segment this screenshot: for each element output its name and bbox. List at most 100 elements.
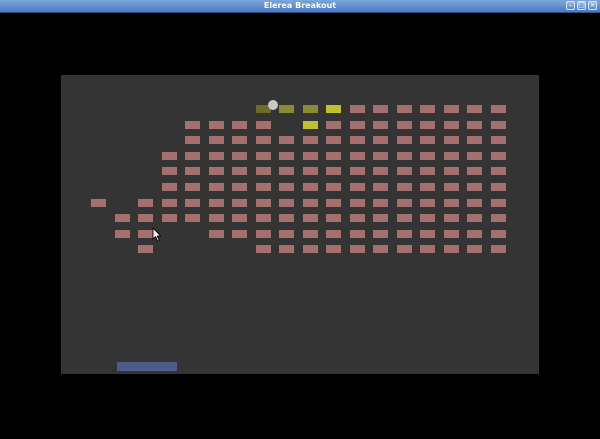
mouse-pointer-icon — [152, 227, 162, 242]
brick — [420, 121, 435, 129]
brick — [491, 245, 506, 253]
brick — [350, 105, 365, 113]
paddle[interactable] — [117, 362, 177, 371]
brick — [397, 245, 412, 253]
brick — [491, 230, 506, 238]
brick — [232, 214, 247, 222]
brick — [491, 214, 506, 222]
brick — [303, 136, 318, 144]
brick — [467, 121, 482, 129]
maximize-button[interactable]: □ — [577, 1, 586, 10]
brick — [350, 152, 365, 160]
brick — [397, 105, 412, 113]
brick — [467, 183, 482, 191]
brick — [373, 152, 388, 160]
brick — [350, 230, 365, 238]
window-titlebar[interactable]: Elerea Breakout – □ × — [0, 0, 600, 13]
brick — [373, 183, 388, 191]
brick — [162, 214, 177, 222]
brick — [373, 199, 388, 207]
brick — [209, 183, 224, 191]
brick — [467, 245, 482, 253]
brick — [232, 183, 247, 191]
brick — [491, 183, 506, 191]
brick — [350, 167, 365, 175]
brick — [444, 121, 459, 129]
brick — [444, 199, 459, 207]
brick — [326, 199, 341, 207]
window-controls: – □ × — [566, 1, 597, 11]
brick — [420, 136, 435, 144]
brick — [256, 152, 271, 160]
brick — [185, 136, 200, 144]
brick — [326, 167, 341, 175]
brick — [467, 199, 482, 207]
brick — [209, 121, 224, 129]
brick — [279, 230, 294, 238]
brick — [279, 152, 294, 160]
brick — [91, 199, 106, 207]
brick — [491, 136, 506, 144]
close-button[interactable]: × — [588, 1, 597, 10]
brick — [138, 199, 153, 207]
brick — [467, 136, 482, 144]
brick — [491, 152, 506, 160]
brick — [420, 152, 435, 160]
brick — [491, 105, 506, 113]
brick — [279, 245, 294, 253]
brick — [232, 167, 247, 175]
brick — [232, 136, 247, 144]
brick — [209, 152, 224, 160]
brick — [420, 214, 435, 222]
brick — [420, 167, 435, 175]
brick — [397, 183, 412, 191]
brick — [373, 245, 388, 253]
brick — [256, 167, 271, 175]
brick — [162, 167, 177, 175]
window-title: Elerea Breakout — [263, 1, 337, 10]
brick — [303, 105, 318, 113]
brick — [373, 121, 388, 129]
brick — [326, 183, 341, 191]
brick — [138, 245, 153, 253]
brick — [373, 167, 388, 175]
brick — [279, 199, 294, 207]
brick — [350, 245, 365, 253]
brick — [232, 152, 247, 160]
brick — [373, 105, 388, 113]
brick — [420, 183, 435, 191]
brick — [467, 105, 482, 113]
brick — [185, 214, 200, 222]
brick — [115, 230, 130, 238]
brick — [444, 167, 459, 175]
playfield — [61, 75, 539, 374]
brick — [232, 199, 247, 207]
brick — [303, 230, 318, 238]
minimize-button[interactable]: – — [566, 1, 575, 10]
brick — [420, 105, 435, 113]
brick — [256, 245, 271, 253]
brick — [303, 152, 318, 160]
brick — [467, 152, 482, 160]
brick — [444, 245, 459, 253]
brick — [444, 214, 459, 222]
brick — [256, 183, 271, 191]
brick — [373, 214, 388, 222]
brick — [303, 167, 318, 175]
brick — [373, 230, 388, 238]
brick — [491, 199, 506, 207]
brick — [326, 152, 341, 160]
brick — [491, 167, 506, 175]
brick — [326, 214, 341, 222]
brick — [279, 167, 294, 175]
brick — [303, 245, 318, 253]
ball — [268, 100, 278, 110]
brick — [444, 152, 459, 160]
brick — [350, 183, 365, 191]
brick — [397, 121, 412, 129]
brick — [397, 167, 412, 175]
brick — [491, 121, 506, 129]
brick — [209, 136, 224, 144]
brick — [185, 167, 200, 175]
brick — [350, 121, 365, 129]
